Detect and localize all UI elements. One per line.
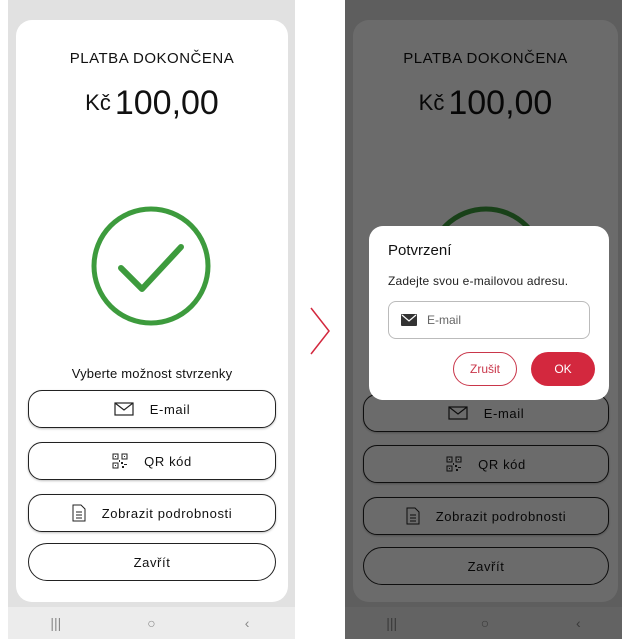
receipt-option-label: Vyberte možnost stvrzenky [71, 366, 233, 381]
payment-complete-card: PLATBA DOKONČENA Kč100,00 Vyberte možnos… [16, 20, 288, 602]
dialog-message: Zadejte svou e-mailovou adresu. [388, 274, 569, 288]
mail-icon [114, 402, 134, 416]
email-button-label: E-mail [149, 401, 191, 417]
currency-label: Kč [85, 90, 111, 115]
qr-code-icon [112, 453, 128, 469]
email-field-placeholder: E-mail [427, 313, 462, 327]
email-receipt-button[interactable]: E-mail [28, 390, 276, 428]
back-icon[interactable]: ‹ [227, 615, 267, 631]
amount-value: 100,00 [114, 84, 219, 122]
phone-screen-after: PLATBA DOKONČENA Kč100,00 Vyberte možnos… [345, 0, 622, 639]
phone-screen-before: PLATBA DOKONČENA Kč 100,00 Vyberte možnos… [8, 0, 295, 639]
qr-receipt-button[interactable]: QR kód [28, 442, 276, 480]
recents-icon[interactable]: ||| [36, 615, 76, 631]
email-confirmation-dialog: Potvrzení Zadejte svou e-mailovou adresu… [369, 226, 609, 400]
home-icon[interactable]: ○ [131, 615, 171, 631]
details-button-label: Zobrazit podrobnosti [101, 505, 233, 521]
system-navigation-bar: ||| ○ ‹ [8, 607, 295, 639]
close-button[interactable]: Zavřít [28, 543, 276, 581]
payment-amount: Kč100,00 [16, 84, 288, 123]
cancel-button[interactable]: Zrušit [453, 352, 517, 386]
email-field[interactable]: E-mail [388, 301, 590, 339]
show-details-button[interactable]: Zobrazit podrobnosti [28, 494, 276, 532]
qr-button-label: QR kód [144, 453, 192, 469]
document-icon [72, 504, 86, 522]
chevron-right-icon [310, 307, 330, 355]
page-title: PLATBA DOKONČENA [69, 50, 235, 67]
dialog-title: Potvrzení [388, 242, 452, 259]
ok-button[interactable]: OK [531, 352, 595, 386]
close-button-label: Zavřít [133, 554, 171, 570]
success-check-icon [91, 206, 211, 326]
mail-icon [401, 314, 417, 326]
